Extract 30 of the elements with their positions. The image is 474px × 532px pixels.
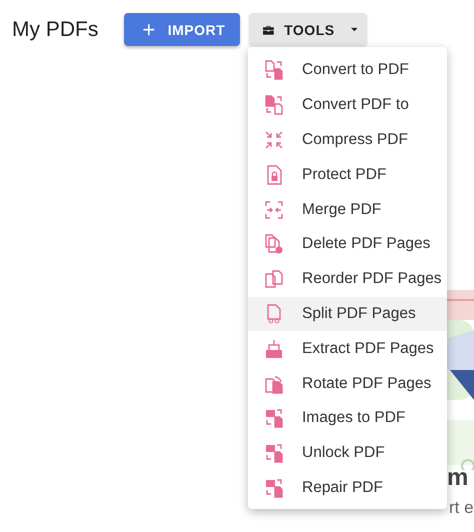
merge-icon [264, 200, 284, 220]
menu-item[interactable]: Reorder PDF Pages [248, 262, 447, 297]
file-convert-icon [264, 60, 284, 80]
menu-item[interactable]: Repair PDF [248, 470, 447, 506]
menu-item[interactable]: Merge PDF [248, 192, 447, 227]
page-title: My PDFs [12, 18, 98, 42]
menu-item[interactable]: Convert PDF to [248, 88, 447, 123]
menu-item[interactable]: Rotate PDF Pages [248, 366, 447, 401]
menu-item[interactable]: Compress PDF [248, 122, 447, 158]
menu-item[interactable]: Split PDF Pages [248, 296, 447, 332]
empty-state-heading: m [447, 464, 468, 492]
menu-item[interactable]: Protect PDF [248, 157, 447, 192]
box-icon [264, 338, 284, 359]
file-delete-icon [264, 234, 284, 254]
image-convert-icon [264, 443, 284, 464]
compress-icon [264, 130, 284, 150]
image-convert-icon [264, 478, 284, 498]
menu-item[interactable]: Extract PDF Pages [248, 331, 447, 366]
file-convert-icon [264, 95, 284, 116]
menu-item[interactable]: Convert to PDF [248, 53, 447, 88]
menu-item[interactable]: Delete PDF Pages [248, 226, 447, 262]
empty-state-text: rt e [449, 498, 474, 518]
caret-icon [350, 27, 358, 32]
rotate-file-icon [264, 374, 284, 394]
menu-item[interactable]: Images to PDF [248, 400, 447, 436]
files-icon [264, 269, 284, 290]
menu-item[interactable]: Unlock PDF [248, 436, 447, 471]
tools-button[interactable]: TOOLS [249, 13, 368, 46]
import-button[interactable]: + IMPORT [124, 13, 240, 46]
image-convert-icon [264, 408, 284, 428]
